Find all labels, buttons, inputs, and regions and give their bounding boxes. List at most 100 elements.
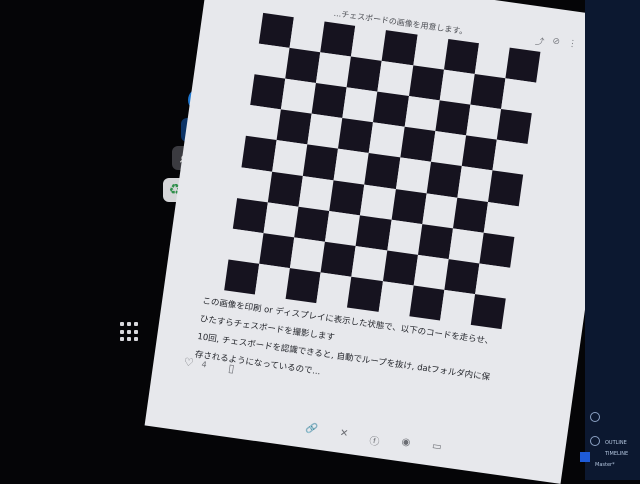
checker-square-dark <box>232 197 268 233</box>
checker-square-dark <box>373 91 409 127</box>
checker-square-light <box>474 43 510 79</box>
checker-square-light <box>245 105 281 141</box>
checker-square-light <box>500 78 537 114</box>
checker-square-light <box>254 43 290 79</box>
checker-square-dark <box>259 232 295 269</box>
copy-icon[interactable]: ▭ <box>431 441 442 457</box>
checker-square-dark <box>443 38 479 75</box>
checker-square-light <box>378 281 414 317</box>
bookmark-icon[interactable]: ▯ <box>227 362 235 376</box>
checker-square-light <box>360 184 396 220</box>
branch-label[interactable]: Master* <box>595 462 615 468</box>
checker-square-dark <box>399 126 436 163</box>
checker-square-dark <box>417 223 453 259</box>
checker-square-dark <box>329 179 365 216</box>
checker-square-dark <box>303 144 339 180</box>
checker-square-dark <box>426 162 462 198</box>
checker-square-light <box>457 166 493 202</box>
checker-square-dark <box>505 47 541 83</box>
link-icon[interactable]: 🔗 <box>304 423 319 440</box>
checker-square-light <box>351 245 387 282</box>
checker-square-light <box>474 263 511 299</box>
checker-square-light <box>325 210 361 246</box>
checkerboard-grid <box>224 12 541 330</box>
timeline-label[interactable]: TIMELINE <box>605 451 628 457</box>
status-indicator <box>580 452 590 462</box>
checker-square-dark <box>452 197 488 233</box>
checker-square-light <box>316 52 352 88</box>
checker-square-light <box>351 25 387 62</box>
checker-square-light <box>422 192 458 229</box>
checker-square-dark <box>285 48 321 84</box>
share-icon[interactable]: ⤴ <box>534 34 545 48</box>
top-toolbar: ⤴ ⊘ ⋮ <box>534 34 577 53</box>
checker-square-light <box>298 175 334 211</box>
checker-square-light <box>280 78 317 114</box>
checker-square-light <box>412 34 448 70</box>
checker-square-light <box>316 272 352 308</box>
checker-square-dark <box>267 171 304 207</box>
checker-square-light <box>430 131 466 167</box>
checker-square-dark <box>461 135 497 171</box>
checker-square-dark <box>276 109 312 145</box>
x-icon[interactable]: ✕ <box>339 428 349 444</box>
checker-square-dark <box>382 30 418 66</box>
checker-square-dark <box>320 241 357 277</box>
checker-square-light <box>228 228 264 264</box>
checker-square-dark <box>320 21 356 57</box>
checker-square-dark <box>470 294 506 330</box>
checker-square-light <box>289 17 325 53</box>
checker-square-light <box>448 228 484 264</box>
checker-square-dark <box>250 74 286 110</box>
checker-square-dark <box>408 65 444 101</box>
checker-square-dark <box>444 258 480 295</box>
browser-page: ...チェスボードの画像を用意します。 ⤴ ⊘ ⋮ この画像を印刷 or ディス… <box>144 0 626 484</box>
checker-square-light <box>333 149 370 185</box>
line-icon[interactable]: ◉ <box>400 436 411 452</box>
checker-square-dark <box>311 83 347 119</box>
checker-square-dark <box>409 285 445 321</box>
checker-square-dark <box>382 250 418 286</box>
outline-label[interactable]: OUTLINE <box>605 440 627 446</box>
checker-square-light <box>290 237 326 273</box>
checker-square-dark <box>364 153 400 189</box>
checker-square-light <box>263 202 299 238</box>
checker-square-dark <box>338 118 374 154</box>
checker-square-light <box>254 263 291 299</box>
checker-square-light <box>369 122 405 158</box>
show-apps-icon[interactable] <box>120 322 140 342</box>
checker-square-light <box>483 201 519 237</box>
account-icon[interactable] <box>590 412 600 422</box>
checker-square-light <box>413 254 449 290</box>
checker-square-light <box>342 87 378 123</box>
checker-square-dark <box>294 206 330 242</box>
checker-square-dark <box>224 259 260 295</box>
checkerboard-image <box>224 12 541 330</box>
checker-square-dark <box>356 215 392 251</box>
checker-square-dark <box>241 136 277 172</box>
checker-square-light <box>465 104 501 140</box>
like-count: 4 <box>201 359 208 370</box>
checker-square-light <box>377 61 413 97</box>
settings-icon[interactable] <box>590 436 600 446</box>
editor-side-panel: OUTLINE TIMELINE Master* <box>585 0 640 480</box>
share-row: 🔗 ✕ ⓕ ◉ ▭ <box>304 423 442 457</box>
checker-square-light <box>439 69 475 105</box>
checker-square-dark <box>391 188 427 224</box>
checker-square-light <box>404 96 440 132</box>
bookmark-icon[interactable]: ⊘ <box>551 37 561 51</box>
checker-square-light <box>439 289 475 325</box>
checker-square-dark <box>347 276 383 312</box>
checker-square-light <box>237 166 273 203</box>
facebook-icon[interactable]: ⓕ <box>369 432 381 448</box>
checker-square-dark <box>346 56 383 92</box>
checker-square-dark <box>435 100 471 136</box>
heart-icon[interactable]: ♡ <box>183 355 195 369</box>
checker-square-dark <box>496 109 532 145</box>
checker-square-dark <box>285 268 321 304</box>
checker-square-light <box>272 140 308 176</box>
checker-square-dark <box>258 12 294 49</box>
more-icon[interactable]: ⋮ <box>567 39 577 53</box>
checker-square-dark <box>470 74 506 110</box>
checker-square-dark <box>487 170 524 206</box>
